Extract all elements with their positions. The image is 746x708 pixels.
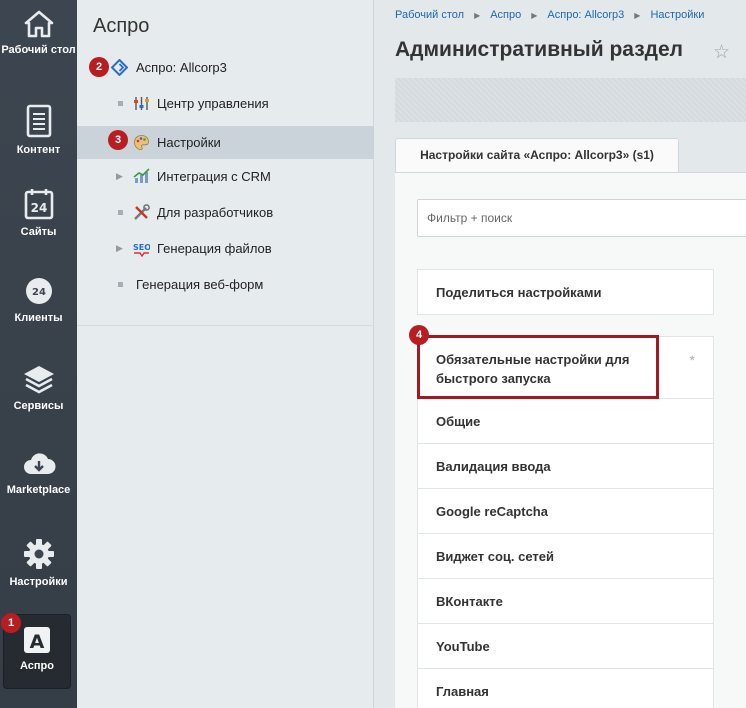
- settings-item-input-validation[interactable]: Валидация ввода: [417, 444, 714, 489]
- menu-item-crm-integration[interactable]: ▶ Интеграция с CRM: [77, 160, 374, 193]
- seo-icon: SEO: [133, 243, 150, 257]
- menu-divider: [77, 325, 374, 326]
- settings-item-vkontakte[interactable]: ВКонтакте: [417, 579, 714, 624]
- rail-item-marketplace[interactable]: Marketplace: [0, 450, 77, 496]
- step-badge-1: 1: [1, 613, 21, 633]
- settings-item-youtube[interactable]: YouTube: [417, 624, 714, 669]
- settings-item-label: Обязательные настройки для быстрого запу…: [436, 352, 630, 386]
- breadcrumb-separator-icon: ▶: [531, 11, 538, 20]
- cloud-download-icon: [23, 453, 56, 474]
- rail-item-clients[interactable]: 24 Клиенты: [0, 276, 77, 324]
- rail-item-services[interactable]: Сервисы: [0, 364, 77, 412]
- breadcrumb-link[interactable]: Аспро: Allcorp3: [547, 9, 624, 21]
- share-settings-button[interactable]: Поделиться настройками: [417, 269, 714, 315]
- menu-item-allcorp3[interactable]: Аспро: Allcorp3: [77, 51, 374, 84]
- menu-item-control-center[interactable]: Центр управления: [77, 87, 374, 120]
- menu-item-label: Генерация веб-форм: [136, 277, 264, 292]
- settings-item-general[interactable]: Общие: [417, 399, 714, 444]
- control-sliders-icon: [134, 97, 149, 110]
- rail-label: Клиенты: [14, 312, 63, 324]
- filter-search-input[interactable]: [417, 199, 746, 237]
- toolbar-area: [395, 78, 746, 122]
- rail-item-desktop[interactable]: Рабочий стол: [0, 10, 77, 56]
- menu-item-label: Аспро: Allcorp3: [136, 60, 227, 75]
- tab-site-settings[interactable]: Настройки сайта «Аспро: Allcorp3» (s1): [395, 138, 679, 172]
- settings-item-recaptcha[interactable]: Google reCaptcha: [417, 489, 714, 534]
- main-area: Рабочий стол ▶ Аспро ▶ Аспро: Allcorp3 ▶ Настр…: [375, 0, 746, 708]
- svg-text:A: A: [30, 631, 45, 653]
- breadcrumb-link[interactable]: Настройки: [650, 9, 704, 21]
- rail-label: Сайты: [20, 226, 57, 238]
- settings-item-main[interactable]: Главная: [417, 669, 714, 708]
- rail-label: Рабочий стол: [1, 44, 76, 56]
- menu-item-label: Центр управления: [157, 96, 269, 111]
- menu-item-developers[interactable]: Для разработчиков: [77, 196, 374, 229]
- aspro-logo-icon: A: [24, 627, 50, 653]
- settings-content: Поделиться настройками Обязательные наст…: [395, 172, 746, 708]
- document-icon: [26, 104, 51, 138]
- step-badge-3: 3: [108, 130, 128, 150]
- menu-item-label: Для разработчиков: [157, 205, 274, 220]
- layers-icon: [23, 366, 54, 394]
- settings-list: Обязательные настройки для быстрого запу…: [417, 336, 714, 708]
- breadcrumb-link[interactable]: Аспро: [490, 9, 521, 21]
- settings-item-required-quick-start[interactable]: Обязательные настройки для быстрого запу…: [417, 336, 714, 399]
- page-title: Административный раздел: [395, 38, 684, 61]
- step-badge-2: 2: [89, 57, 109, 77]
- breadcrumb-link[interactable]: Рабочий стол: [395, 9, 464, 21]
- menu-item-label: Настройки: [157, 135, 221, 150]
- expand-arrow-icon[interactable]: ▶: [116, 160, 123, 193]
- menu-title: Аспро: [93, 15, 150, 37]
- svg-text:24: 24: [32, 287, 46, 298]
- tools-icon: [134, 204, 150, 220]
- chart-icon: [133, 168, 150, 183]
- svg-text:SEO: SEO: [133, 243, 150, 252]
- menu-item-file-generation[interactable]: ▶ SEO Генерация файлов: [77, 232, 374, 265]
- required-star-icon: *: [689, 352, 695, 368]
- breadcrumb-separator-icon: ▶: [634, 11, 641, 20]
- breadcrumb: Рабочий стол ▶ Аспро ▶ Аспро: Allcorp3 ▶ Настр…: [395, 9, 704, 21]
- clients-24-icon: 24: [25, 278, 52, 304]
- breadcrumb-separator-icon: ▶: [474, 11, 481, 20]
- palette-icon: [134, 135, 149, 150]
- menu-item-webform-generation[interactable]: Генерация веб-форм: [77, 268, 374, 301]
- rail-label: Контент: [16, 144, 61, 156]
- menu-item-label: Генерация файлов: [157, 241, 272, 256]
- bullet: [118, 210, 123, 215]
- rail-item-settings[interactable]: Настройки: [0, 538, 77, 588]
- rail-item-content[interactable]: Контент: [0, 104, 77, 156]
- module-menu-panel: Аспро Аспро: Allcorp3 Центр управления Н…: [77, 0, 374, 708]
- rail-label: Сервисы: [13, 400, 64, 412]
- settings-item-social-widget[interactable]: Виджет соц. сетей: [417, 534, 714, 579]
- left-rail: Рабочий стол Контент 24 Сайты 24 Клиенты: [0, 0, 77, 708]
- rail-item-sites[interactable]: 24 Сайты: [0, 188, 77, 238]
- expand-arrow-icon[interactable]: ▶: [116, 232, 123, 265]
- step-badge-4: 4: [409, 325, 429, 345]
- home-icon: [24, 10, 53, 38]
- bullet: [118, 101, 123, 106]
- favorite-star-icon[interactable]: ☆: [713, 41, 730, 64]
- allcorp-diamond-icon: [111, 59, 128, 76]
- calendar-24-icon: 24: [24, 189, 53, 220]
- gear-icon: [23, 539, 54, 569]
- rail-label: Настройки: [9, 576, 68, 588]
- rail-label: Аспро: [20, 660, 54, 672]
- rail-label: Marketplace: [6, 484, 71, 496]
- bullet: [118, 282, 123, 287]
- svg-text:24: 24: [30, 201, 47, 215]
- menu-item-label: Интеграция с CRM: [157, 169, 271, 184]
